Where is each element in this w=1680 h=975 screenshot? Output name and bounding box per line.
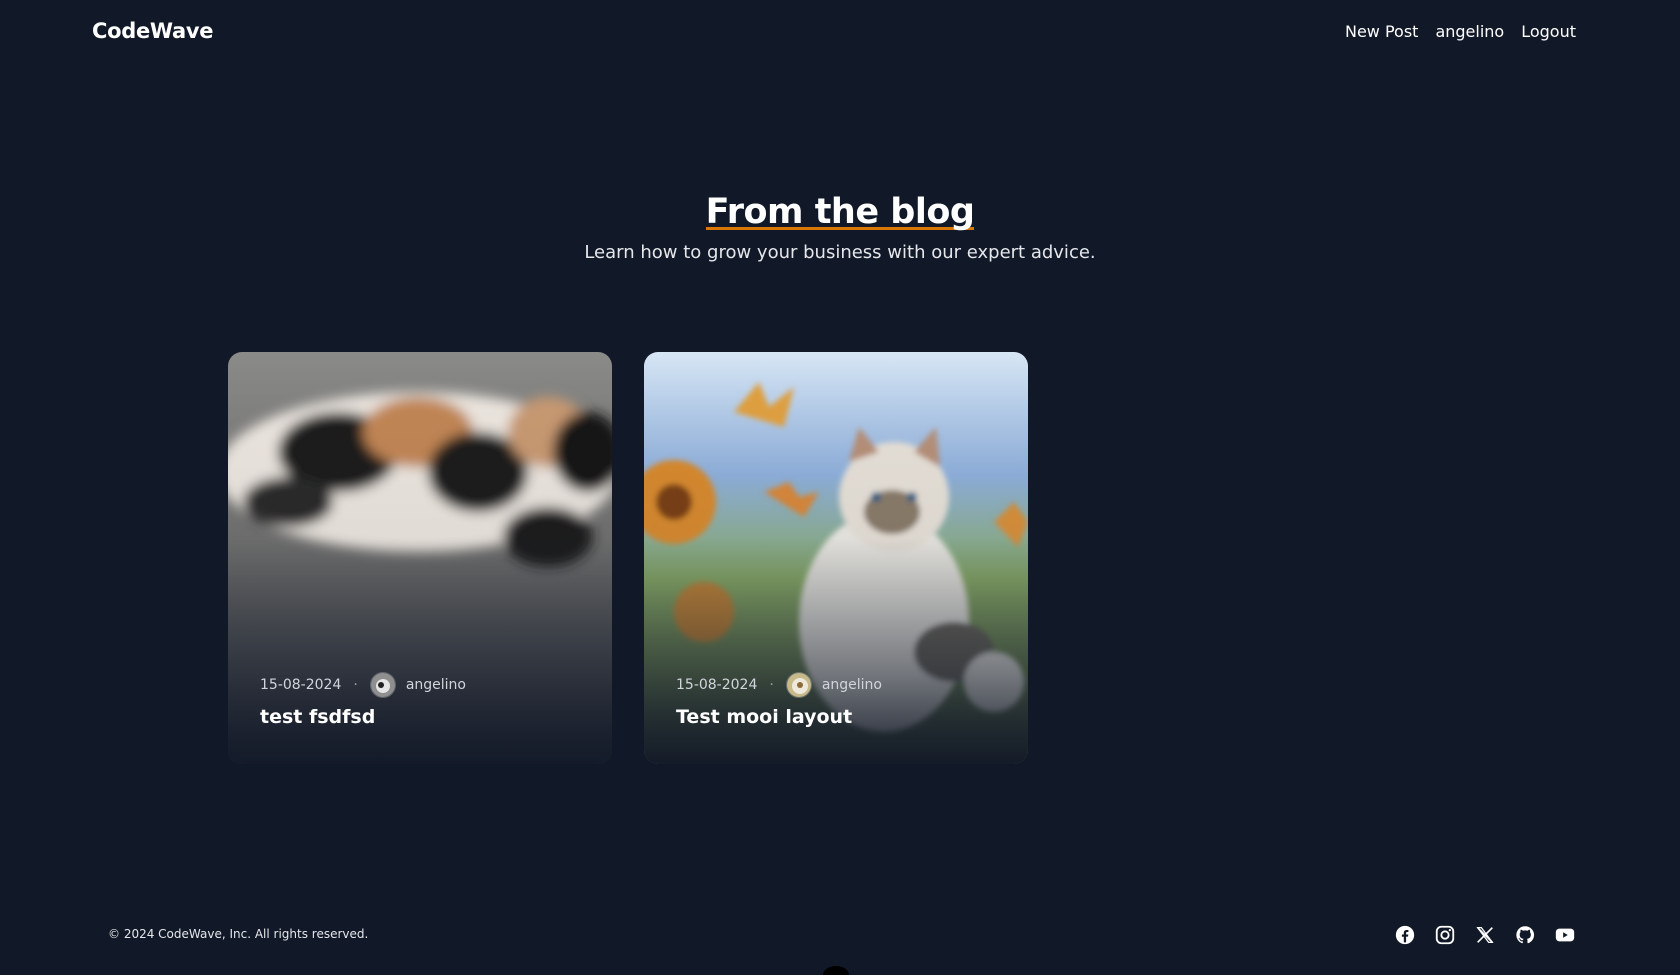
facebook-icon[interactable] bbox=[1394, 924, 1416, 946]
post-date: 15-08-2024 bbox=[676, 677, 758, 693]
brand-logo[interactable]: CodeWave bbox=[92, 19, 214, 43]
partial-floating-element bbox=[823, 966, 849, 975]
post-date: 15-08-2024 bbox=[260, 677, 342, 693]
post-title[interactable]: Test mooi layout bbox=[676, 706, 852, 728]
post-author[interactable]: angelino bbox=[406, 677, 466, 693]
avatar bbox=[369, 672, 396, 698]
site-footer: © 2024 CodeWave, Inc. All rights reserve… bbox=[0, 910, 1680, 960]
copyright-text: © 2024 CodeWave, Inc. All rights reserve… bbox=[108, 927, 369, 941]
post-title[interactable]: test fsdfsd bbox=[260, 706, 375, 728]
meta-separator: · bbox=[769, 677, 774, 693]
post-card[interactable]: 15-08-2024 · angelino test fsdfsd bbox=[228, 352, 612, 764]
nav-new-post[interactable]: New Post bbox=[1345, 22, 1418, 41]
x-icon[interactable] bbox=[1474, 924, 1496, 946]
post-author[interactable]: angelino bbox=[822, 677, 882, 693]
page-subtitle: Learn how to grow your business with our… bbox=[584, 242, 1096, 263]
meta-separator: · bbox=[353, 677, 358, 693]
github-icon[interactable] bbox=[1514, 924, 1536, 946]
post-meta: 15-08-2024 · angelino bbox=[676, 672, 882, 698]
nav-logout[interactable]: Logout bbox=[1521, 22, 1576, 41]
post-card[interactable]: 15-08-2024 · angelino Test mooi layout bbox=[644, 352, 1028, 764]
card-gradient-overlay bbox=[644, 352, 1028, 764]
youtube-icon[interactable] bbox=[1554, 924, 1576, 946]
main-nav: New Post angelino Logout bbox=[1345, 22, 1576, 41]
instagram-icon[interactable] bbox=[1434, 924, 1456, 946]
site-header: CodeWave New Post angelino Logout bbox=[0, 0, 1680, 68]
avatar bbox=[785, 672, 812, 698]
nav-user-profile[interactable]: angelino bbox=[1435, 22, 1504, 41]
social-links bbox=[1394, 924, 1576, 946]
post-meta: 15-08-2024 · angelino bbox=[260, 672, 466, 698]
blog-hero: From the blog Learn how to grow your bus… bbox=[0, 190, 1680, 263]
page-title: From the blog bbox=[705, 192, 975, 232]
card-gradient-overlay bbox=[228, 352, 612, 764]
